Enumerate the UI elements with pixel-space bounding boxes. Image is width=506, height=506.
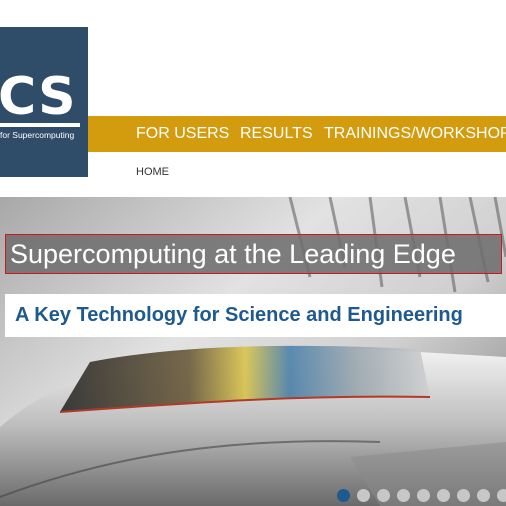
slider-dot[interactable]	[477, 489, 490, 502]
nav-item-for-users[interactable]: FOR USERS	[136, 125, 229, 143]
logo-letters: CS	[0, 67, 77, 127]
slider-dot[interactable]	[437, 489, 450, 502]
logo-rule	[0, 123, 80, 127]
hero-subtitle: A Key Technology for Science and Enginee…	[5, 294, 506, 337]
slider-dot[interactable]	[497, 489, 506, 502]
slider-dot[interactable]	[457, 489, 470, 502]
slider-dot[interactable]	[337, 489, 350, 502]
hero-slider[interactable]: Supercomputing at the Leading Edge A Key…	[0, 197, 506, 506]
breadcrumb-home[interactable]: HOME	[136, 166, 169, 178]
slider-dot[interactable]	[357, 489, 370, 502]
nav-item-trainings-workshops[interactable]: TRAININGS/WORKSHOPS	[324, 125, 506, 143]
main-nav: FOR USERS RESULTS TRAININGS/WORKSHOPS	[88, 116, 506, 152]
slider-dot[interactable]	[397, 489, 410, 502]
slider-dot[interactable]	[417, 489, 430, 502]
hero-title: Supercomputing at the Leading Edge	[5, 234, 502, 274]
nav-item-results[interactable]: RESULTS	[240, 125, 313, 143]
slider-dot[interactable]	[377, 489, 390, 502]
logo-tagline: for Supercomputing	[0, 130, 75, 140]
site-logo[interactable]: CS for Supercomputing	[0, 27, 88, 177]
